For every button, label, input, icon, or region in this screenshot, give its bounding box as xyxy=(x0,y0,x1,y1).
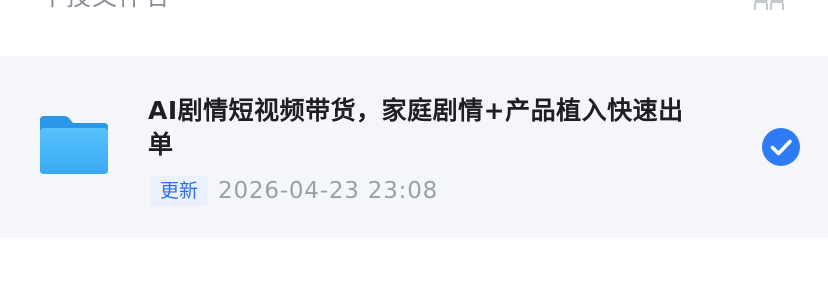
list-header-title: 千技文件名 xyxy=(40,0,170,13)
update-timestamp: 2026-04-23 23:08 xyxy=(218,178,439,204)
file-list-item[interactable]: AI剧情短视频带货，家庭剧情+产品植入快速出单 更新 2026-04-23 23… xyxy=(0,56,828,238)
folder-icon xyxy=(40,116,108,174)
file-meta: 更新 2026-04-23 23:08 xyxy=(150,174,438,208)
check-circle-icon[interactable] xyxy=(762,128,800,166)
file-name: AI剧情短视频带货，家庭剧情+产品植入快速出单 xyxy=(148,96,684,159)
list-header: 千技文件名 xyxy=(0,0,828,56)
grid-view-icon[interactable] xyxy=(754,0,784,10)
update-badge: 更新 xyxy=(150,176,209,206)
file-picker-page: 千技文件名 AI剧情短视频带货，家庭剧情+产品植入快速出单 更新 2026-04… xyxy=(0,0,828,292)
